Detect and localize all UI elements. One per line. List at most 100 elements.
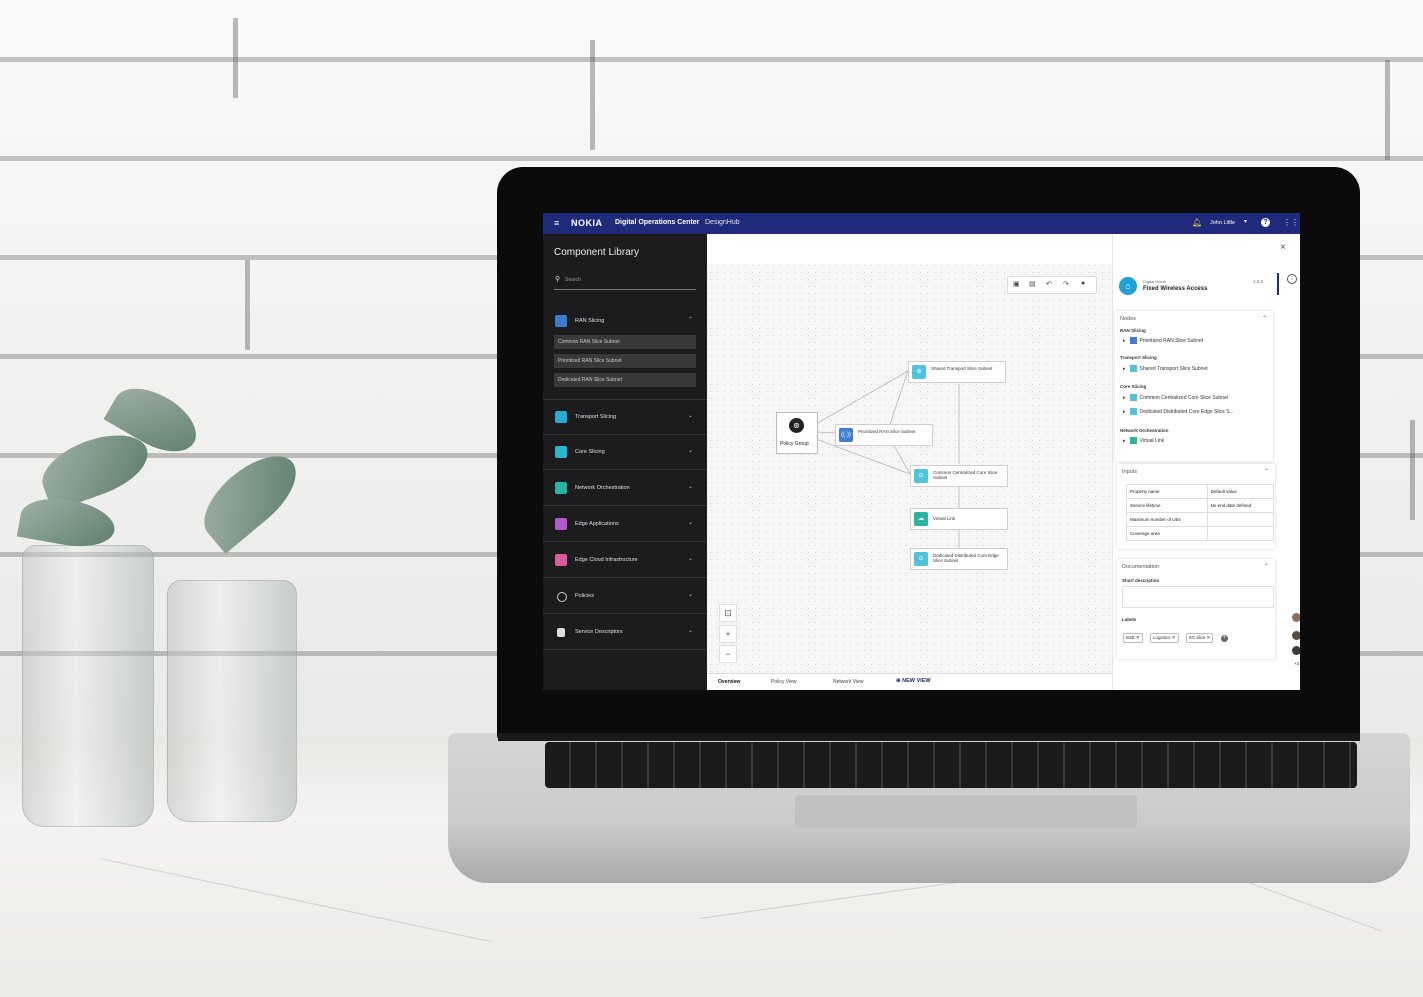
- policy-icon: [557, 592, 567, 602]
- tab-overview[interactable]: Overview: [718, 679, 740, 685]
- node-prioritized-ran-slice[interactable]: ((·)) Prioritized RAN Slice Subnet: [835, 424, 933, 446]
- fit-to-screen-icon[interactable]: ⊡: [719, 604, 737, 622]
- add-label-icon[interactable]: +: [1220, 635, 1228, 642]
- table-row[interactable]: Maximum number of UEs: [1126, 512, 1275, 527]
- tab-network-view[interactable]: Network View: [833, 679, 863, 685]
- node-dedicated-distributed-core-edge[interactable]: ⊙ Dedicated Distributed Core Edge Slice …: [910, 548, 1008, 570]
- table-header-row: Property name Default value: [1126, 484, 1275, 499]
- node-common-centralized-core[interactable]: ⊙ Common Centralized Core Slice Subnet: [910, 465, 1008, 487]
- column-header: Default value: [1206, 484, 1275, 499]
- tab-policy-view[interactable]: Policy View: [771, 679, 796, 685]
- new-view-button[interactable]: ⊕ NEW VIEW: [896, 678, 931, 684]
- sidebar-item-service-descriptors[interactable]: Service Descriptors ⌄: [543, 615, 707, 650]
- ran-slicing-icon: [555, 315, 567, 327]
- node-tree-item[interactable]: ▸ Common Centralized Core Slice Subnet: [1123, 394, 1228, 401]
- sidebar-item-label: Transport Slicing: [575, 414, 617, 420]
- node-tree-item[interactable]: ▸ Dedicated Distributed Core Edge Slice S…: [1123, 408, 1234, 415]
- node-group-label: Transport Slicing: [1120, 355, 1157, 360]
- sidebar-item-label: Policies: [575, 593, 594, 599]
- sidebar-item-edge-cloud-infrastructure[interactable]: Edge Cloud Infrastructure ⌄: [543, 543, 707, 578]
- chevron-down-icon[interactable]: ▾: [1244, 218, 1247, 225]
- cloud-icon: ☁: [914, 512, 928, 526]
- library-item-common-ran[interactable]: Common RAN Slice Subnet: [554, 335, 696, 349]
- chevron-down-icon[interactable]: ⌄: [688, 555, 693, 562]
- node-shared-transport-slice[interactable]: ⊕ Shared Transport Slice Subnet: [908, 361, 1006, 383]
- avatar[interactable]: [1292, 613, 1300, 622]
- chevron-up-icon[interactable]: ⌃: [1262, 315, 1267, 322]
- node-group-label: RAN Slicing: [1120, 328, 1146, 333]
- table-row[interactable]: Service lifetime No end date defined: [1126, 498, 1275, 513]
- table-row[interactable]: Coverage area: [1126, 526, 1275, 541]
- policy-group-node[interactable]: ⊛ Policy Group: [776, 412, 818, 454]
- nodes-card: Nodes ⌃ RAN Slicing ▸ Prioritized RAN Sli…: [1115, 311, 1273, 461]
- chevron-up-icon[interactable]: ⌃: [1264, 468, 1269, 475]
- bell-icon[interactable]: 🔔︎: [1192, 218, 1202, 227]
- inputs-table: Property name Default value Service life…: [1126, 484, 1275, 541]
- chevron-up-icon[interactable]: ⌃: [1264, 563, 1269, 570]
- top-bar: ≡ NOKIA Digital Operations Center Design…: [543, 213, 1300, 234]
- panel-title: Fixed Wireless Access: [1143, 286, 1208, 292]
- sidebar-item-core-slicing[interactable]: Core Slicing ⌄: [543, 435, 707, 470]
- version-label: 1.0.0: [1253, 279, 1264, 284]
- design-canvas[interactable]: ▣ ▤ ↶ ↷ ● ⊛ Policy Group ⊕ Shared Transp…: [707, 234, 1112, 690]
- label-chip[interactable]: 5G slice ✕: [1186, 633, 1214, 643]
- node-tree-item[interactable]: ▸ Virtual Link: [1123, 437, 1164, 444]
- sidebar-item-policies[interactable]: Policies ⌄: [543, 579, 707, 614]
- sidebar-item-ran-slicing[interactable]: RAN Slicing ⌃: [543, 304, 707, 336]
- close-icon[interactable]: ×: [1280, 242, 1286, 253]
- search-input[interactable]: ⚲ Search: [554, 272, 696, 290]
- chevron-down-icon[interactable]: ⌄: [688, 447, 693, 454]
- sidebar-item-edge-applications[interactable]: Edge Applications ⌄: [543, 507, 707, 542]
- chevron-down-icon[interactable]: ⌄: [688, 627, 693, 634]
- laptop-keyboard: [545, 742, 1357, 788]
- node-virtual-link[interactable]: ☁ Virtual Link: [910, 508, 1008, 530]
- node-tree-item[interactable]: ▸ Prioritized RAN Slice Subnet: [1123, 337, 1203, 344]
- zoom-out-icon[interactable]: −: [719, 645, 737, 663]
- brick-joint: [590, 40, 595, 150]
- sidebar-item-network-orchestration[interactable]: Network Orchestration ⌄: [543, 471, 707, 506]
- connection-lines: [815, 370, 960, 552]
- table-cell: Maximum number of UEs: [1126, 512, 1208, 527]
- chevron-down-icon[interactable]: ⌄: [688, 483, 693, 490]
- avatar[interactable]: [1292, 646, 1300, 655]
- ran-node-icon: ((·)): [839, 428, 853, 442]
- node-tree-item[interactable]: ▸ Shared Transport Slice Subnet: [1123, 365, 1208, 372]
- document-icon: [557, 628, 565, 637]
- core-node-icon: ⊙: [914, 469, 928, 483]
- core-slicing-icon: [555, 446, 567, 458]
- search-icon: ⚲: [555, 276, 561, 283]
- chevron-up-icon[interactable]: ⌃: [688, 316, 693, 323]
- laptop-trackpad: [795, 795, 1137, 828]
- library-item-dedicated-ran[interactable]: Dedicated RAN Slice Subnet: [554, 373, 696, 387]
- panel-tab-indicator: [1277, 273, 1279, 295]
- label-chip[interactable]: B2B ✕: [1123, 633, 1143, 643]
- table-cell: [1206, 526, 1275, 541]
- info-icon[interactable]: i: [1287, 274, 1297, 284]
- label-chip[interactable]: Logistics ✕: [1150, 633, 1179, 643]
- zoom-in-icon[interactable]: +: [719, 625, 737, 643]
- search-placeholder: Search: [565, 277, 581, 283]
- apps-grid-icon[interactable]: ⋮⋮: [1283, 218, 1299, 227]
- edge-cloud-icon: [555, 554, 567, 566]
- short-description-field[interactable]: [1122, 586, 1274, 608]
- laptop-hinge: [498, 733, 1360, 741]
- library-item-prioritized-ran[interactable]: Prioritized RAN Slice Subnet: [554, 354, 696, 368]
- menu-icon[interactable]: ≡: [554, 218, 559, 228]
- avatar[interactable]: [1292, 631, 1300, 640]
- sidebar-item-label: Core Slicing: [575, 449, 605, 455]
- sidebar-item-transport-slicing[interactable]: Transport Slicing ⌄: [543, 399, 707, 435]
- help-icon[interactable]: ?: [1261, 218, 1270, 227]
- user-name[interactable]: John Little: [1210, 220, 1235, 226]
- chevron-down-icon[interactable]: ⌄: [688, 412, 693, 419]
- core-node-icon: ⊙: [914, 552, 928, 566]
- glass-vase: [22, 545, 154, 827]
- view-tabs: Overview Policy View Network View ⊕ NEW …: [707, 673, 1112, 690]
- inputs-header: Inputs: [1122, 469, 1137, 475]
- chevron-down-icon[interactable]: ⌄: [688, 591, 693, 598]
- collaborators-more[interactable]: +2: [1294, 661, 1299, 666]
- table-cell: Service lifetime: [1126, 498, 1208, 513]
- node-label: Prioritized RAN Slice Subnet: [858, 429, 916, 434]
- edge-applications-icon: [555, 518, 567, 530]
- transport-slicing-icon: [555, 411, 567, 423]
- chevron-down-icon[interactable]: ⌄: [688, 519, 693, 526]
